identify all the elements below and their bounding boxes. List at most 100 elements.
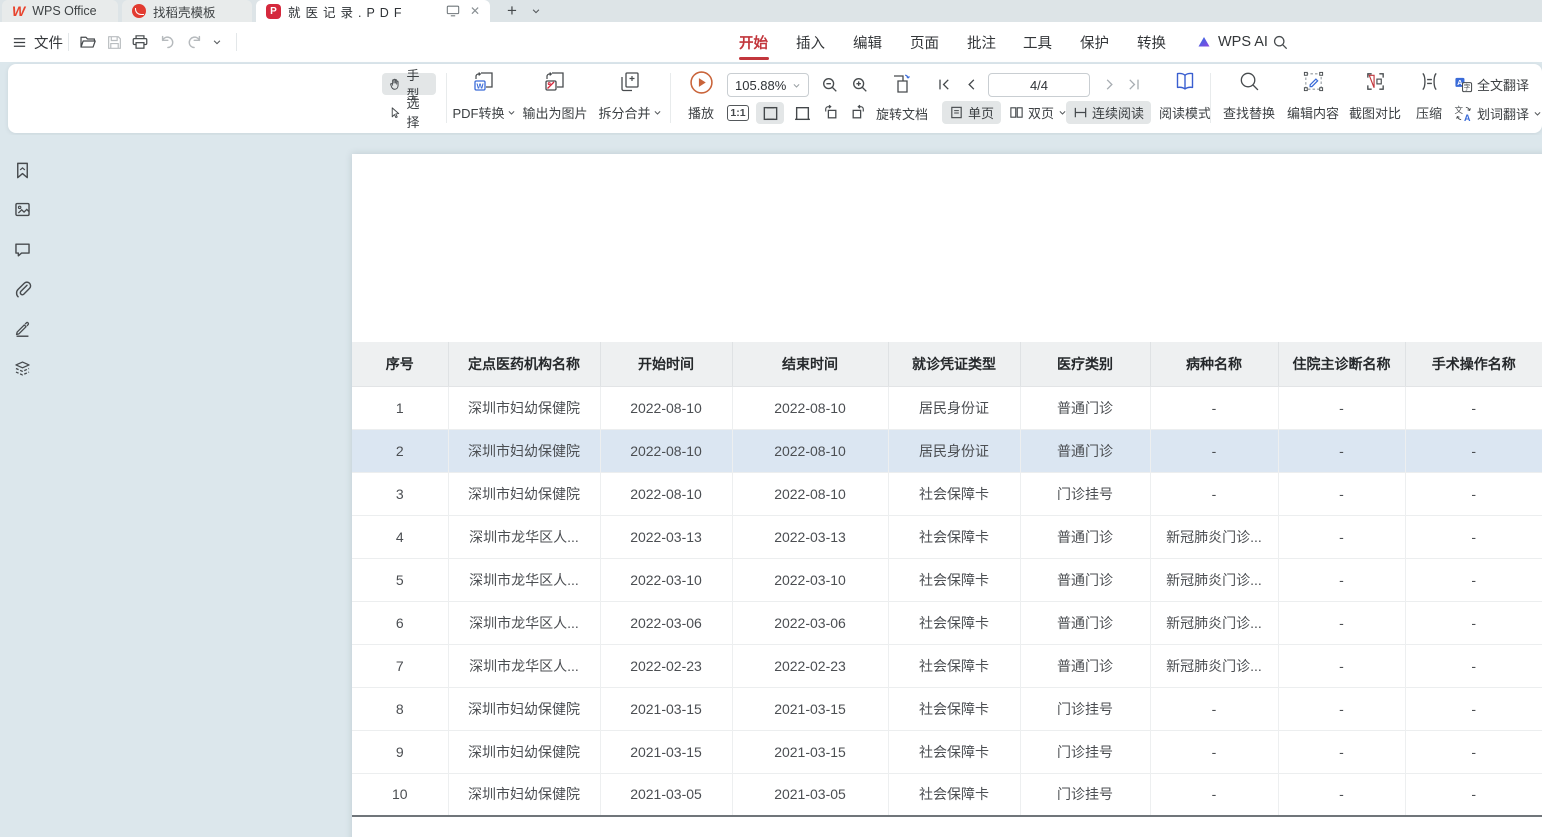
table-cell: 深圳市妇幼保健院 [448, 386, 600, 429]
continuous-reading-icon [1073, 105, 1088, 120]
pdf-convert-icon: W [472, 70, 496, 94]
new-tab-button[interactable]: + [500, 0, 524, 22]
print-icon[interactable] [130, 32, 150, 52]
table-cell: 2021-03-15 [732, 687, 888, 730]
table-cell: 10 [352, 773, 448, 816]
comment-icon[interactable] [13, 240, 32, 259]
tab-docer-templates[interactable]: 找稻壳模板 [122, 0, 252, 22]
page-number-input[interactable]: 4/4 [988, 73, 1090, 97]
continuous-reading-button[interactable]: 连续阅读 [1066, 101, 1151, 124]
table-cell: - [1150, 687, 1278, 730]
save-icon[interactable] [104, 32, 124, 52]
zoom-out-button[interactable] [818, 73, 842, 97]
compress-button[interactable]: 压缩 [1406, 67, 1452, 127]
rotate-pages-icon[interactable] [886, 70, 916, 98]
layers-icon[interactable] [13, 359, 32, 378]
rotate-document-button[interactable]: 旋转文档 [876, 102, 928, 124]
bookmark-icon[interactable] [13, 161, 32, 180]
redo-icon[interactable] [184, 32, 204, 52]
rotate-left-icon[interactable] [818, 101, 842, 124]
wps-ai-label: WPS AI [1218, 34, 1268, 50]
actual-size-button[interactable]: 1:1 [724, 102, 752, 124]
table-cell: 深圳市龙华区人... [448, 558, 600, 601]
document-workspace: 序号定点医药机构名称开始时间结束时间就诊凭证类型医疗类别病种名称住院主诊断名称手… [0, 135, 1542, 837]
hand-tool-button[interactable]: 手型 [382, 73, 436, 95]
menu-item-protect[interactable]: 保护 [1080, 22, 1109, 62]
table-row: 1深圳市妇幼保健院2022-08-102022-08-10居民身份证普通门诊--… [352, 386, 1542, 429]
menu-item-annotate[interactable]: 批注 [967, 22, 996, 62]
find-replace-button[interactable]: 查找替换 [1218, 67, 1280, 127]
page-indicator-value: 4/4 [1030, 78, 1048, 93]
hamburger-icon [12, 35, 27, 50]
column-header: 手术操作名称 [1405, 342, 1542, 386]
single-page-button[interactable]: 单页 [942, 101, 1001, 124]
tab-wps-office[interactable]: W WPS Office [2, 0, 118, 22]
file-menu-button[interactable]: 文件 [12, 22, 63, 62]
table-cell: 2022-03-06 [600, 601, 732, 644]
export-as-image-button[interactable]: 输出为图片 [520, 67, 590, 127]
menu-item-page[interactable]: 页面 [910, 22, 939, 62]
table-row: 7深圳市龙华区人...2022-02-232022-02-23社会保障卡普通门诊… [352, 644, 1542, 687]
table-cell: - [1278, 730, 1405, 773]
table-cell: 深圳市妇幼保健院 [448, 730, 600, 773]
menu-item-tools[interactable]: 工具 [1023, 22, 1052, 62]
undo-history-dropdown-icon[interactable] [210, 32, 224, 52]
last-page-button[interactable] [1122, 73, 1144, 95]
edit-content-button[interactable]: 编辑内容 [1282, 67, 1344, 127]
divider [236, 33, 237, 51]
table-cell: 门诊挂号 [1020, 730, 1150, 773]
play-button[interactable]: 播放 [676, 67, 726, 127]
monitor-icon[interactable] [446, 4, 460, 18]
fit-page-icon [794, 105, 811, 122]
previous-page-button[interactable] [960, 73, 982, 95]
tabs-dropdown-icon[interactable] [526, 0, 546, 22]
menu-item-home[interactable]: 开始 [739, 22, 768, 62]
screenshot-compare-button[interactable]: 截图对比 [1344, 67, 1406, 127]
table-cell: 社会保障卡 [888, 687, 1020, 730]
chevron-down-icon [653, 108, 662, 117]
zoom-in-button[interactable] [848, 73, 872, 97]
fit-width-icon [762, 105, 779, 122]
table-cell: 2022-08-10 [600, 472, 732, 515]
undo-icon[interactable] [158, 32, 178, 52]
first-page-button[interactable] [933, 73, 955, 95]
play-icon [689, 70, 714, 95]
table-cell: - [1150, 773, 1278, 816]
column-header: 就诊凭证类型 [888, 342, 1020, 386]
menu-search-icon[interactable] [1270, 32, 1290, 52]
menu-item-wps-ai[interactable]: WPS AI [1196, 22, 1268, 62]
select-tool-button[interactable]: 选择 [382, 101, 436, 123]
next-page-button[interactable] [1098, 73, 1120, 95]
menu-item-convert[interactable]: 转换 [1137, 22, 1166, 62]
table-cell: 5 [352, 558, 448, 601]
table-cell: 深圳市龙华区人... [448, 644, 600, 687]
edit-pencil-icon [1302, 70, 1325, 93]
full-text-translate-button[interactable]: A 字 全文翻译 [1454, 73, 1529, 96]
zoom-level-select[interactable]: 105.88% [727, 73, 809, 97]
edit-content-label: 编辑内容 [1287, 103, 1339, 122]
close-tab-icon[interactable]: ✕ [470, 5, 480, 17]
table-cell: 6 [352, 601, 448, 644]
split-merge-button[interactable]: 拆分合并 [594, 67, 666, 127]
table-cell: - [1150, 730, 1278, 773]
reading-mode-button[interactable]: 阅读模式 [1154, 67, 1216, 127]
thumbnail-icon[interactable] [13, 200, 32, 219]
double-page-label: 双页 [1028, 103, 1054, 122]
attachment-icon[interactable] [13, 280, 32, 299]
zoom-level-value: 105.88% [735, 78, 786, 93]
document-tab-title: 就医记录.PDF [288, 2, 406, 21]
fit-page-button[interactable] [788, 102, 816, 124]
table-cell: - [1405, 386, 1542, 429]
single-page-icon [949, 105, 964, 120]
word-translate-button[interactable]: 文 A 划词翻译 [1454, 102, 1542, 125]
menu-item-insert[interactable]: 插入 [796, 22, 825, 62]
fit-width-button[interactable] [756, 102, 784, 124]
open-file-icon[interactable] [78, 32, 98, 52]
table-cell: - [1278, 558, 1405, 601]
rotate-right-icon[interactable] [846, 101, 870, 124]
signature-icon[interactable] [13, 319, 32, 338]
double-page-button[interactable]: 双页 [1002, 101, 1074, 124]
tab-document[interactable]: P 就医记录.PDF ✕ [256, 0, 490, 22]
menu-item-edit[interactable]: 编辑 [853, 22, 882, 62]
pdf-convert-button[interactable]: W PDF转换 [452, 67, 516, 127]
